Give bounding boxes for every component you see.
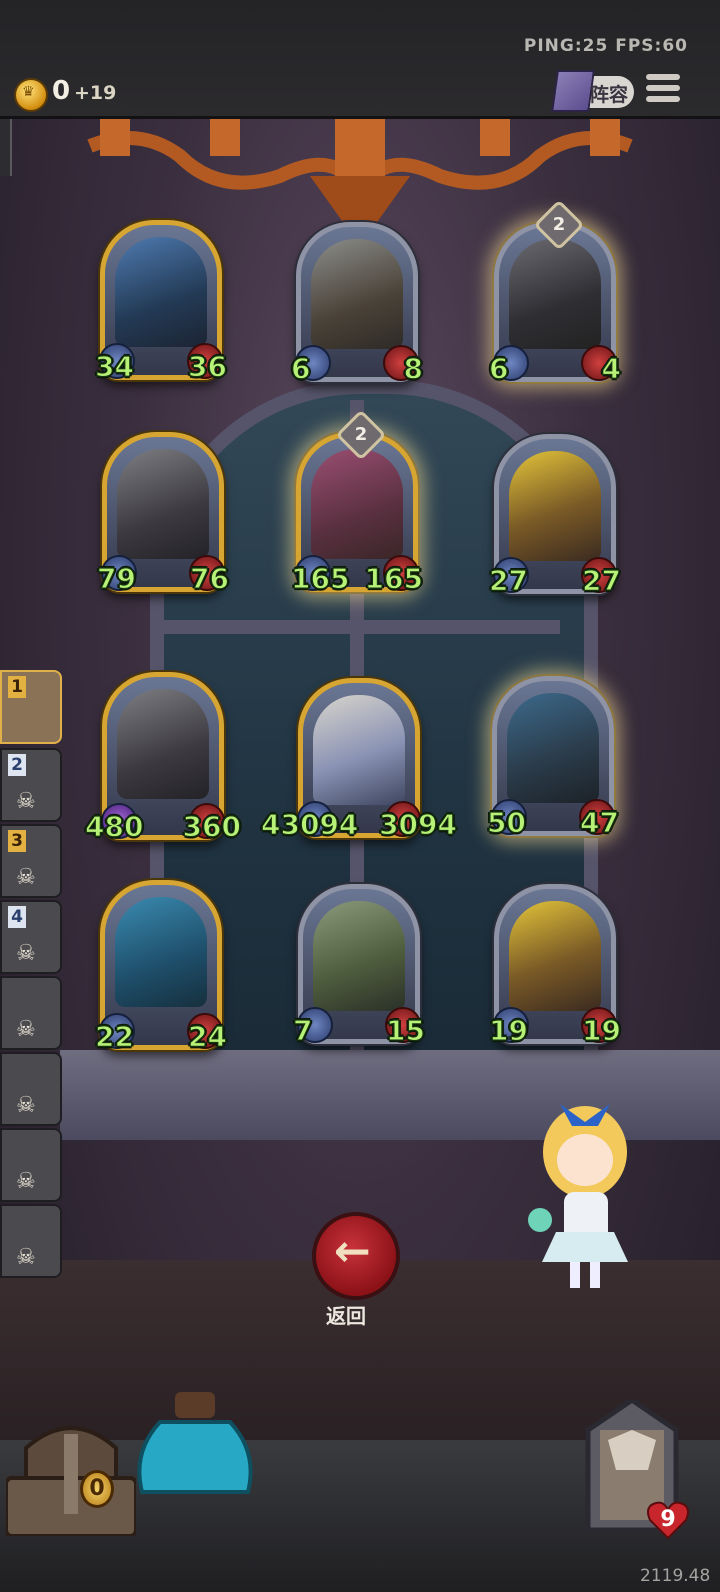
side-player-6[interactable]: ☠ bbox=[0, 1052, 62, 1126]
minion-card[interactable]: 2 6 4 bbox=[488, 199, 622, 386]
health-value: 47 bbox=[579, 805, 619, 839]
potion-icon[interactable] bbox=[130, 1392, 260, 1512]
sea-dragon-portrait bbox=[115, 897, 207, 1007]
minion-card[interactable]: 19 19 bbox=[488, 884, 622, 1048]
gold-income: +19 bbox=[74, 82, 117, 104]
attack-value: 27 bbox=[488, 563, 528, 597]
attack-value: 19 bbox=[488, 1013, 528, 1047]
attack-value: 6 bbox=[488, 351, 509, 385]
minion-card[interactable]: 79 76 bbox=[96, 432, 230, 596]
side-player-5[interactable]: ☠ bbox=[0, 976, 62, 1050]
skull-icon: ☠ bbox=[16, 1169, 36, 1194]
health-value: 15 bbox=[385, 1013, 425, 1047]
side-player-1[interactable]: 1 bbox=[0, 670, 62, 744]
minion-card[interactable]: 27 27 bbox=[488, 434, 622, 598]
health-value: 4 bbox=[601, 351, 622, 385]
minion-card[interactable]: 22 24 bbox=[94, 880, 228, 1054]
naga-portrait bbox=[509, 451, 601, 561]
back-label[interactable]: 返回 bbox=[326, 1300, 366, 1329]
attack-value: 34 bbox=[94, 349, 134, 383]
side-player-7[interactable]: ☠ bbox=[0, 1128, 62, 1202]
brute-portrait bbox=[311, 449, 403, 559]
hero-health: 9 bbox=[660, 1507, 676, 1532]
health-value: 19 bbox=[581, 1013, 621, 1047]
game-scene: PING:25 FPS:60 ♛ 0 +19 阵容 34 36 6 8 2 6 … bbox=[0, 0, 720, 1592]
attack-value: 165 bbox=[290, 561, 350, 595]
health-value: 27 bbox=[581, 563, 621, 597]
rank-badge: 4 bbox=[8, 906, 26, 928]
side-player-2[interactable]: 2 ☠ bbox=[0, 748, 62, 822]
health-value: 36 bbox=[187, 349, 227, 383]
minion-card[interactable]: 7 15 bbox=[292, 884, 426, 1048]
lineup-label[interactable]: 阵容 bbox=[590, 80, 628, 107]
attack-value: 7 bbox=[292, 1013, 313, 1047]
book-icon[interactable] bbox=[551, 70, 595, 112]
minion-card[interactable]: 50 47 bbox=[486, 676, 620, 840]
naga-portrait bbox=[509, 901, 601, 1011]
minion-card[interactable]: 480 360 bbox=[84, 672, 242, 844]
golem-portrait bbox=[507, 693, 599, 803]
minion-card[interactable]: 34 36 bbox=[94, 220, 228, 384]
attack-value: 79 bbox=[96, 561, 136, 595]
attack-value: 480 bbox=[84, 809, 144, 843]
health-value: 8 bbox=[403, 351, 424, 385]
skull-icon: ☠ bbox=[16, 1093, 36, 1118]
side-player-4[interactable]: 4 ☠ bbox=[0, 900, 62, 974]
arrow-left-icon[interactable]: ← bbox=[334, 1226, 371, 1277]
attack-value: 6 bbox=[290, 351, 311, 385]
ping-fps-readout: PING:25 FPS:60 bbox=[523, 36, 688, 56]
attack-value: 43094 bbox=[260, 807, 359, 841]
dragon-portrait bbox=[117, 689, 209, 799]
gold-amount: 0 bbox=[52, 76, 71, 106]
dragon-portrait bbox=[115, 237, 207, 347]
heroine-character bbox=[528, 1104, 628, 1288]
knight-portrait bbox=[509, 239, 601, 349]
side-player-8[interactable]: ☠ bbox=[0, 1204, 62, 1278]
skull-icon: ☠ bbox=[16, 865, 36, 890]
side-player-3[interactable]: 3 ☠ bbox=[0, 824, 62, 898]
treasure-chest-icon[interactable] bbox=[6, 1408, 136, 1536]
health-value: 3094 bbox=[378, 807, 457, 841]
warrior-girl-portrait bbox=[311, 239, 403, 349]
health-value: 76 bbox=[189, 561, 229, 595]
skull-icon: ☠ bbox=[16, 1245, 36, 1270]
rank-badge: 2 bbox=[8, 754, 26, 776]
crown-icon: ♛ bbox=[22, 84, 35, 100]
health-value: 165 bbox=[364, 561, 424, 595]
coordinate-readout: 2119.48 bbox=[640, 1566, 711, 1586]
minion-card[interactable]: 43094 3094 bbox=[260, 678, 458, 842]
attack-value: 50 bbox=[486, 805, 526, 839]
chest-count: 0 bbox=[80, 1470, 114, 1508]
dragon-portrait bbox=[117, 449, 209, 559]
minion-card[interactable]: 6 8 bbox=[290, 222, 424, 386]
dragon-rider-portrait bbox=[313, 901, 405, 1011]
window-transom bbox=[160, 620, 560, 634]
rank-badge: 3 bbox=[8, 830, 26, 852]
rank-badge: 1 bbox=[8, 676, 26, 698]
health-value: 360 bbox=[182, 809, 242, 843]
minion-card[interactable]: 2 165 165 bbox=[290, 409, 424, 596]
health-value: 24 bbox=[187, 1019, 227, 1053]
skull-icon: ☠ bbox=[16, 941, 36, 966]
mage-girl-portrait bbox=[313, 695, 405, 805]
menu-icon[interactable] bbox=[646, 74, 680, 106]
skull-icon: ☠ bbox=[16, 789, 36, 814]
attack-value: 22 bbox=[94, 1019, 134, 1053]
skull-icon: ☠ bbox=[16, 1017, 36, 1042]
